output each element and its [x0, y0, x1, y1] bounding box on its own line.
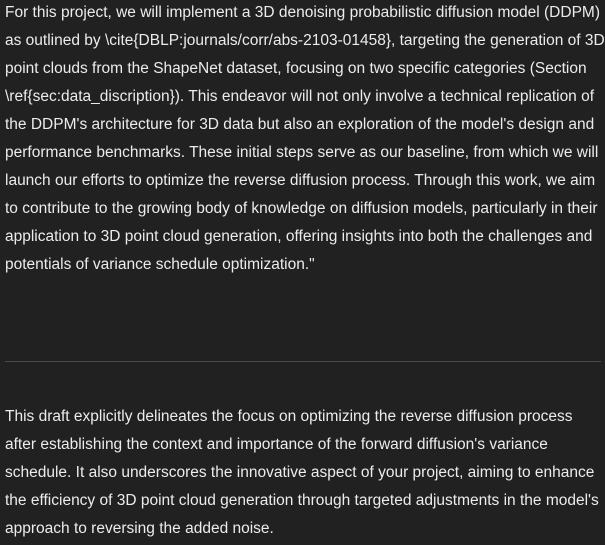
message-paragraph-draft-summary: This draft explicitly delineates the foc… [5, 408, 599, 537]
message-divider [5, 361, 601, 362]
message-paragraph-project-description: For this project, we will implement a 3D… [5, 4, 605, 273]
assistant-message: For this project, we will implement a 3D… [0, 0, 605, 545]
